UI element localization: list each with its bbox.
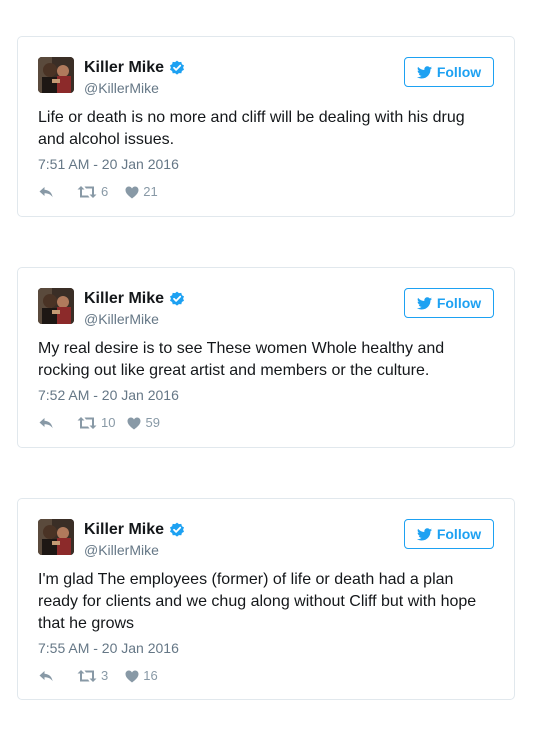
twitter-bird-icon [416,527,432,541]
twitter-bird-icon [416,296,432,310]
tweet-text: I'm glad The employees (former) of life … [38,571,477,632]
tweet-actions: 6 21 [38,184,158,200]
retweet-count: 3 [101,668,109,683]
follow-label: Follow [436,526,482,542]
reply-icon [39,187,53,198]
author-name-row: Killer Mike [84,289,185,309]
retweet-button[interactable]: 10 [77,415,115,431]
like-count: 21 [143,184,158,199]
author-name-row: Killer Mike [84,58,185,78]
retweet-icon [77,670,97,682]
verified-badge-icon [169,522,185,538]
retweet-icon [77,186,97,198]
like-count: 16 [143,668,158,683]
author-handle[interactable]: @KillerMike [84,310,159,328]
author-handle[interactable]: @KillerMike [84,541,159,559]
reply-button[interactable] [38,416,54,430]
tweet-timestamp[interactable]: 7:52 AM - 20 Jan 2016 [38,386,179,404]
like-button[interactable]: 16 [125,668,158,684]
retweet-button[interactable]: 6 [77,184,108,200]
follow-button[interactable]: Follow [404,57,494,87]
tweet-timestamp[interactable]: 7:55 AM - 20 Jan 2016 [38,639,179,657]
reply-icon [39,671,53,682]
follow-label: Follow [436,295,482,311]
avatar[interactable] [38,288,74,324]
reply-icon [39,418,53,429]
retweet-count: 10 [101,415,116,430]
tweet-card: Killer Mike @KillerMike Follow Life or d… [17,36,515,217]
follow-label: Follow [436,64,482,80]
tweet-actions: 10 59 [38,415,160,431]
heart-icon [127,417,141,429]
retweet-button[interactable]: 3 [77,668,108,684]
avatar[interactable] [38,57,74,93]
tweet-card: Killer Mike @KillerMike Follow My real d… [17,267,515,448]
display-name[interactable]: Killer Mike [84,289,164,309]
heart-icon [125,186,139,198]
like-count: 59 [145,415,160,430]
like-button[interactable]: 21 [125,184,158,200]
author-handle[interactable]: @KillerMike [84,79,159,97]
tweet-text: Life or death is no more and cliff will … [38,109,465,148]
retweet-count: 6 [101,184,109,199]
follow-button[interactable]: Follow [404,288,494,318]
verified-badge-icon [169,60,185,76]
tweet-actions: 3 16 [38,668,158,684]
verified-badge-icon [169,291,185,307]
reply-button[interactable] [38,669,54,683]
tweet-text: My real desire is to see These women Who… [38,340,445,379]
display-name[interactable]: Killer Mike [84,520,164,540]
tweet-card: Killer Mike @KillerMike Follow I'm glad … [17,498,515,700]
follow-button[interactable]: Follow [404,519,494,549]
avatar[interactable] [38,519,74,555]
tweet-timestamp[interactable]: 7:51 AM - 20 Jan 2016 [38,155,179,173]
display-name[interactable]: Killer Mike [84,58,164,78]
like-button[interactable]: 59 [127,415,160,431]
reply-button[interactable] [38,185,54,199]
heart-icon [125,670,139,682]
author-name-row: Killer Mike [84,520,185,540]
twitter-bird-icon [416,65,432,79]
retweet-icon [77,417,97,429]
